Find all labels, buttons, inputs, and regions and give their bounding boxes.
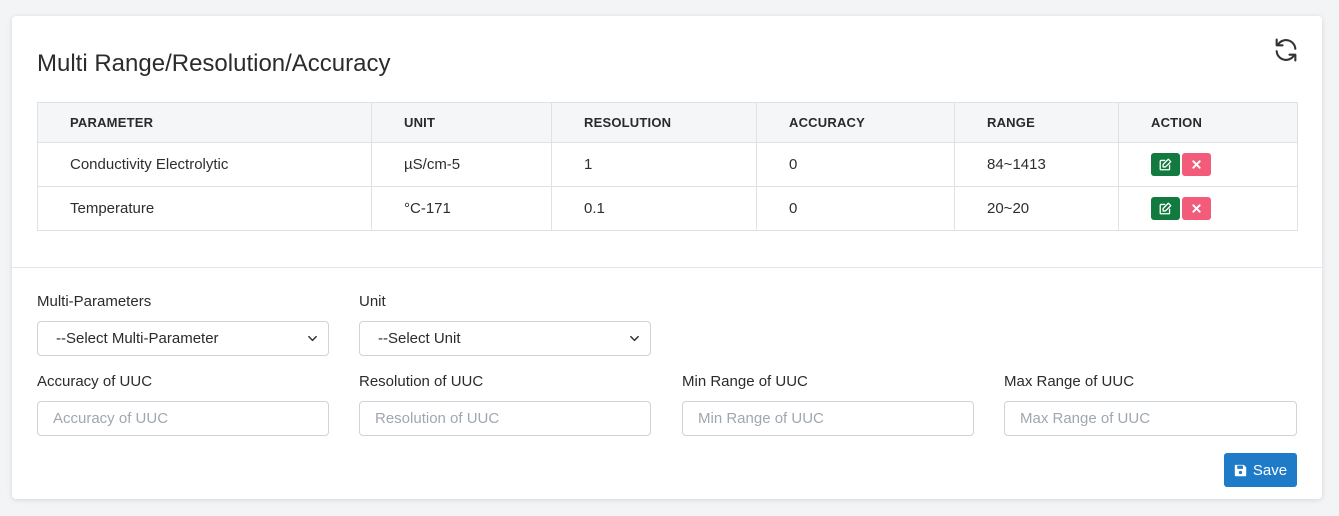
- edit-button[interactable]: [1151, 197, 1180, 220]
- edit-button[interactable]: [1151, 153, 1180, 176]
- multi-parameter-select[interactable]: --Select Multi-Parameter: [37, 321, 329, 356]
- max-range-label: Max Range of UUC: [1004, 373, 1135, 390]
- cell-resolution: 1: [551, 142, 757, 187]
- resolution-input[interactable]: [359, 401, 651, 436]
- cell-action: [1118, 186, 1298, 231]
- table-header-row: PARAMETER UNIT RESOLUTION ACCURACY RANGE…: [37, 102, 1298, 143]
- cell-action: [1118, 142, 1298, 187]
- resolution-label: Resolution of UUC: [359, 373, 484, 390]
- table-row: Temperature °C-171 0.1 0 20~20: [37, 186, 1298, 231]
- multi-parameter-select-value: --Select Multi-Parameter: [56, 330, 219, 347]
- min-range-label: Min Range of UUC: [682, 373, 808, 390]
- cell-accuracy: 0: [756, 186, 955, 231]
- section-divider: [12, 267, 1322, 268]
- edit-icon: [1159, 202, 1172, 215]
- chevron-down-icon: [308, 335, 317, 342]
- page-title: Multi Range/Resolution/Accuracy: [37, 50, 391, 77]
- multi-parameters-label: Multi-Parameters: [37, 293, 152, 310]
- cell-range: 84~1413: [954, 142, 1119, 187]
- refresh-icon[interactable]: [1272, 36, 1300, 64]
- edit-icon: [1159, 158, 1172, 171]
- ranges-table: PARAMETER UNIT RESOLUTION ACCURACY RANGE…: [37, 102, 1298, 231]
- header-action: ACTION: [1118, 102, 1298, 143]
- cell-unit: µS/cm-5: [371, 142, 552, 187]
- table-row: Conductivity Electrolytic µS/cm-5 1 0 84…: [37, 142, 1298, 187]
- save-button-label: Save: [1252, 461, 1288, 479]
- header-resolution: RESOLUTION: [551, 102, 757, 143]
- delete-button[interactable]: [1182, 197, 1211, 220]
- header-parameter: PARAMETER: [37, 102, 372, 143]
- chevron-down-icon: [630, 335, 639, 342]
- cell-accuracy: 0: [756, 142, 955, 187]
- header-accuracy: ACCURACY: [756, 102, 955, 143]
- min-range-input[interactable]: [682, 401, 974, 436]
- ranges-table-wrapper: PARAMETER UNIT RESOLUTION ACCURACY RANGE…: [37, 102, 1298, 231]
- close-icon: [1192, 160, 1201, 169]
- delete-button[interactable]: [1182, 153, 1211, 176]
- max-range-input[interactable]: [1004, 401, 1297, 436]
- header-range: RANGE: [954, 102, 1119, 143]
- accuracy-input[interactable]: [37, 401, 329, 436]
- cell-parameter: Temperature: [37, 186, 372, 231]
- header-unit: UNIT: [371, 102, 552, 143]
- unit-select[interactable]: --Select Unit: [359, 321, 651, 356]
- cell-unit: °C-171: [371, 186, 552, 231]
- cell-parameter: Conductivity Electrolytic: [37, 142, 372, 187]
- main-card: Multi Range/Resolution/Accuracy PARAMETE…: [12, 16, 1322, 499]
- unit-label: Unit: [359, 293, 386, 310]
- unit-select-value: --Select Unit: [378, 330, 461, 347]
- accuracy-label: Accuracy of UUC: [37, 373, 153, 390]
- close-icon: [1192, 204, 1201, 213]
- cell-resolution: 0.1: [551, 186, 757, 231]
- cell-range: 20~20: [954, 186, 1119, 231]
- save-button[interactable]: Save: [1224, 453, 1297, 487]
- floppy-disk-icon: [1234, 464, 1247, 476]
